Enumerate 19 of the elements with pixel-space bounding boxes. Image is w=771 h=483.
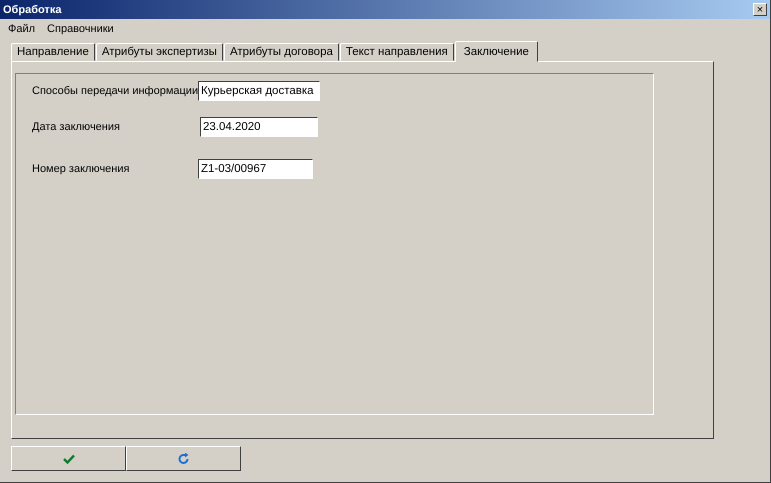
tab[interactable]: Направление [11, 43, 95, 61]
tab[interactable]: Текст направления [340, 43, 454, 61]
refresh-button[interactable] [126, 446, 241, 471]
field-label: Номер заключения [32, 163, 130, 175]
field-label: Дата заключения [32, 121, 121, 133]
tab[interactable]: Атрибуты договора [224, 43, 339, 61]
refresh-icon [178, 452, 190, 464]
tab[interactable]: Заключение [454, 41, 538, 62]
window-title: Обработка [3, 4, 62, 16]
input-field[interactable]: Курьерская доставка [198, 81, 320, 101]
menu-item[interactable]: Файл [8, 23, 36, 35]
input-field[interactable]: 23.04.2020 [200, 117, 318, 137]
tab[interactable]: Атрибуты экспертизы [96, 43, 223, 61]
confirm-button[interactable] [11, 446, 126, 471]
field-label: Способы передачи информации [32, 85, 198, 97]
menu-item[interactable]: Справочники [47, 23, 114, 35]
input-field[interactable]: Z1-03/00967 [198, 159, 313, 179]
checkmark-icon [62, 454, 74, 464]
close-button[interactable]: × [753, 3, 767, 16]
